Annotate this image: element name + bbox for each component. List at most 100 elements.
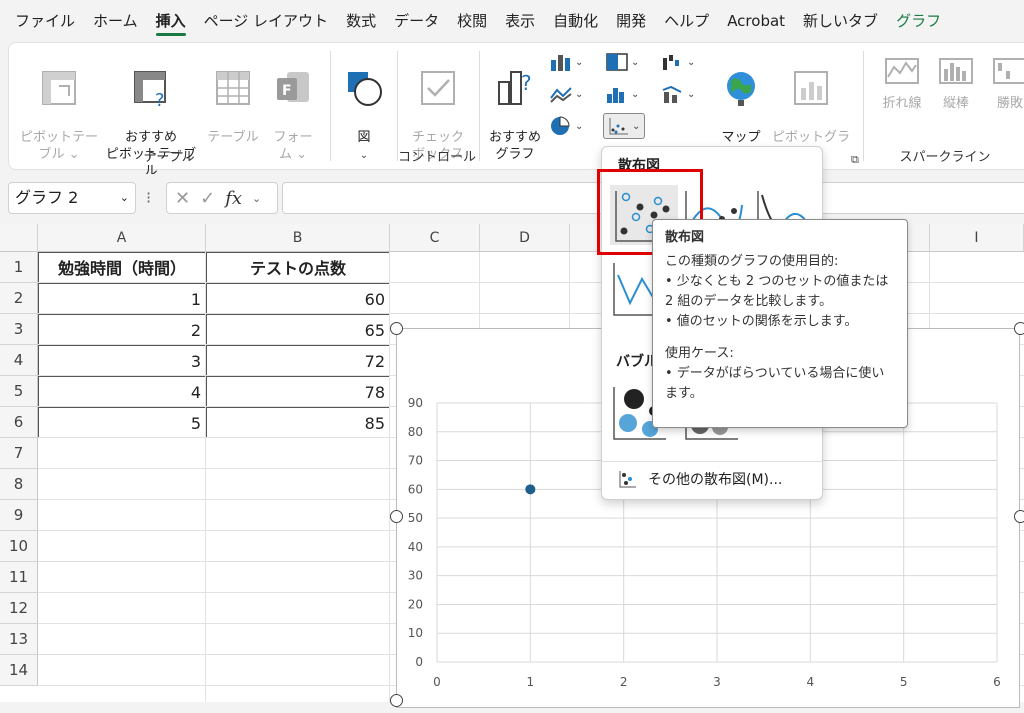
cell-a3[interactable]: 2 (38, 314, 206, 345)
tooltip-line: 使用ケース: (665, 346, 734, 361)
tab-formulas[interactable]: 数式 (337, 0, 385, 42)
statistic-chart-button[interactable]: ⌄ (605, 81, 639, 107)
scatter-small-icon (619, 471, 636, 488)
cell-b1[interactable]: テストの点数 (206, 252, 390, 283)
column-chart-button[interactable]: ⌄ (549, 49, 583, 75)
sparkline-column-button[interactable]: 縦棒 (931, 51, 981, 112)
pie-chart-icon (551, 116, 570, 135)
table-button[interactable]: テーブル (203, 51, 263, 146)
name-box[interactable]: グラフ 2 ⌄ (8, 182, 136, 214)
cell-b4[interactable]: 72 (206, 345, 390, 376)
tab-home[interactable]: ホーム (84, 0, 147, 42)
more-options-icon[interactable]: ⁝ (146, 188, 151, 207)
row-header[interactable]: 8 (0, 469, 38, 500)
sparkline-column-icon (939, 58, 973, 84)
row-header[interactable]: 13 (0, 624, 38, 655)
row-header[interactable]: 7 (0, 438, 38, 469)
row-header[interactable]: 10 (0, 531, 38, 562)
row-header[interactable]: 4 (0, 345, 38, 376)
combo-chart-button[interactable]: ⌄ (661, 81, 695, 107)
column-chart-icon (551, 55, 570, 71)
column-header-b[interactable]: B (206, 224, 390, 252)
resize-handle[interactable] (1014, 510, 1024, 523)
insert-function-button[interactable]: fx (225, 188, 242, 209)
cell-a1[interactable]: 勉強時間（時間） (38, 252, 206, 283)
column-header-c[interactable]: C (390, 224, 480, 252)
tab-data[interactable]: データ (385, 0, 448, 42)
figure-button[interactable]: 図 ⌄ (341, 51, 387, 164)
row-header[interactable]: 6 (0, 407, 38, 438)
tab-page-layout[interactable]: ページ レイアウト (195, 0, 337, 42)
sparkline-line-button[interactable]: 折れ線 (875, 51, 929, 112)
cell-a6[interactable]: 5 (38, 407, 206, 438)
confirm-icon[interactable]: ✓ (200, 188, 215, 209)
row-header[interactable]: 12 (0, 593, 38, 624)
sparkline-winloss-button[interactable]: 勝敗 (985, 51, 1024, 112)
column-header-a[interactable]: A (38, 224, 206, 252)
tab-file[interactable]: ファイル (6, 0, 84, 42)
y-tick-label: 0 (415, 655, 423, 669)
tab-help[interactable]: ヘルプ (655, 0, 718, 42)
column-header-i[interactable]: I (930, 224, 1024, 252)
checkbox-icon (421, 71, 455, 105)
y-tick-label: 10 (408, 626, 423, 640)
pie-chart-button[interactable]: ⌄ (549, 113, 583, 139)
tab-automate[interactable]: 自動化 (544, 0, 607, 42)
cell-b6[interactable]: 85 (206, 407, 390, 438)
tab-insert[interactable]: 挿入 (147, 0, 195, 42)
chevron-down-icon[interactable]: ⌄ (252, 192, 261, 205)
cell-b3[interactable]: 65 (206, 314, 390, 345)
x-tick-label: 2 (620, 675, 628, 689)
tooltip-title: 散布図 (665, 230, 705, 245)
tooltip-line: 2 組のデータを比較します。 (665, 294, 833, 309)
y-tick-label: 20 (408, 597, 423, 611)
hierarchy-chart-button[interactable]: ⌄ (605, 49, 639, 75)
resize-handle[interactable] (390, 322, 403, 335)
row-header[interactable]: 14 (0, 655, 38, 686)
cell-a2[interactable]: 1 (38, 283, 206, 314)
column-header-d[interactable]: D (480, 224, 570, 252)
cell-a4[interactable]: 3 (38, 345, 206, 376)
cell-b5[interactable]: 78 (206, 376, 390, 407)
row-header[interactable]: 5 (0, 376, 38, 407)
waterfall-chart-button[interactable]: ⌄ (661, 49, 695, 75)
line-chart-button[interactable]: ⌄ (549, 81, 583, 107)
tab-view[interactable]: 表示 (496, 0, 544, 42)
pivot-table-icon (42, 71, 76, 105)
tab-review[interactable]: 校閲 (448, 0, 496, 42)
resize-handle[interactable] (390, 694, 403, 707)
chevron-down-icon: ⌄ (632, 120, 641, 132)
group-separator (330, 51, 331, 161)
x-tick-label: 5 (900, 675, 908, 689)
cell-b2[interactable]: 60 (206, 283, 390, 314)
row-header[interactable]: 3 (0, 314, 38, 345)
row-header[interactable]: 2 (0, 283, 38, 314)
gridline (205, 252, 206, 702)
table-group-title: テーブル (143, 150, 195, 165)
select-all-corner[interactable] (0, 224, 38, 252)
waterfall-icon (663, 55, 679, 70)
table-group: ピボットテー ブル ⌄ ? おすすめ ピボットテーブル テーブル F フォー ム… (9, 43, 329, 179)
resize-handle[interactable] (390, 510, 403, 523)
divider (602, 461, 822, 462)
sparkline-group: 折れ線 縦棒 勝敗 スパークライン (865, 43, 1024, 169)
tab-new[interactable]: 新しいタブ (794, 0, 887, 42)
histogram-icon (607, 88, 624, 103)
recommended-chart-button[interactable]: ? おすすめ グラフ (487, 51, 543, 163)
row-header[interactable]: 11 (0, 562, 38, 593)
chart-dialog-launcher[interactable]: ⧉ (851, 147, 859, 173)
cancel-icon[interactable]: ✕ (175, 188, 190, 209)
tab-developer[interactable]: 開発 (607, 0, 655, 42)
tab-acrobat[interactable]: Acrobat (718, 0, 794, 42)
x-tick-label: 6 (993, 675, 1001, 689)
tab-chart[interactable]: グラフ (887, 0, 950, 42)
more-scatter-charts-item[interactable]: その他の散布図(M)... (618, 469, 782, 489)
scatter-chart-button[interactable]: ⌄ (603, 113, 646, 139)
combo-chart-icon (662, 85, 682, 103)
row-header[interactable]: 9 (0, 500, 38, 531)
row-header[interactable]: 1 (0, 252, 38, 283)
cell-a5[interactable]: 4 (38, 376, 206, 407)
ribbon-tabs: ファイル ホーム 挿入 ページ レイアウト 数式 データ 校閲 表示 自動化 開… (0, 0, 1024, 42)
tooltip-line: • 少なくとも 2 つのセットの値または (665, 274, 889, 289)
resize-handle[interactable] (1014, 322, 1024, 335)
